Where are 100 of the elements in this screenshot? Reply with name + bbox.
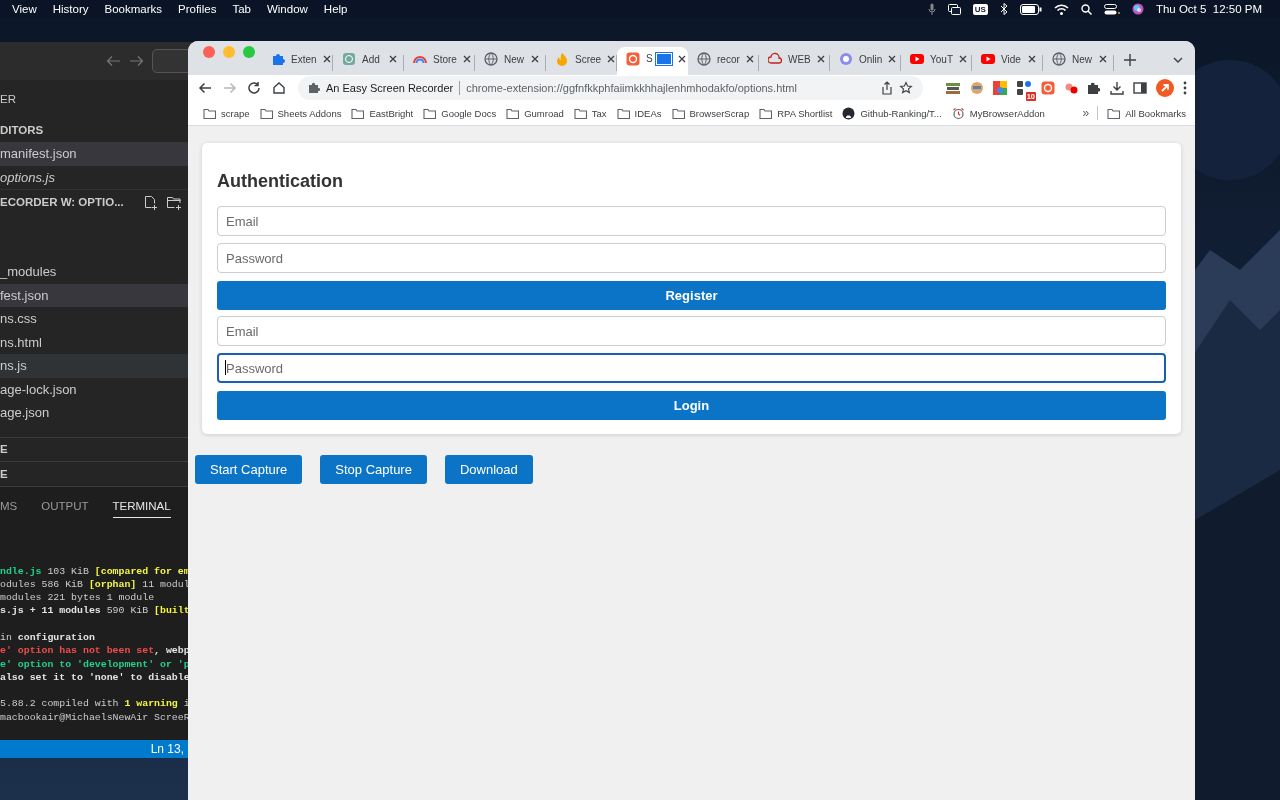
browser-tab[interactable]: New <box>475 47 546 75</box>
new-file-icon[interactable] <box>144 194 158 210</box>
clock[interactable]: Thu Oct 5 12:50 PM <box>1155 3 1262 15</box>
browser-tab[interactable]: S <box>617 47 688 75</box>
menu-item[interactable]: Help <box>315 0 356 18</box>
browser-tab[interactable]: Exten <box>262 47 333 75</box>
download-icon[interactable] <box>1110 81 1124 95</box>
panel-tab[interactable]: MS <box>0 493 18 518</box>
books-icon[interactable] <box>945 81 961 95</box>
section-header[interactable]: E <box>0 467 8 480</box>
close-icon[interactable] <box>322 55 331 63</box>
bookmark[interactable]: Sheets Addons <box>254 106 347 120</box>
file-item[interactable]: age.json <box>0 401 192 425</box>
bookmark[interactable]: RPA Shortlist <box>754 106 838 120</box>
browser-tab[interactable]: Add <box>333 47 404 75</box>
bookmark[interactable]: Github-Ranking/T... <box>837 106 947 120</box>
menu-item[interactable]: Profiles <box>170 0 225 18</box>
action-button[interactable]: Download <box>444 455 533 484</box>
wifi-icon[interactable] <box>1053 3 1069 15</box>
panel-tab[interactable]: TERMINAL <box>112 493 171 518</box>
close-icon[interactable] <box>677 55 686 63</box>
terminal-line: s.js + 11 modules 590 KiB [built <box>0 604 191 618</box>
cursor-position[interactable]: Ln 13, <box>150 742 184 756</box>
section-header[interactable]: DITORS <box>0 124 44 136</box>
menu-item[interactable]: Tab <box>224 0 259 18</box>
forward-arrow-icon[interactable] <box>129 55 144 67</box>
dots-icon[interactable] <box>1064 81 1078 95</box>
file-item[interactable]: ns.html <box>0 330 192 354</box>
close-icon[interactable] <box>959 55 967 63</box>
browser-tab[interactable]: New <box>1043 47 1114 75</box>
browser-tab[interactable]: Vide <box>972 47 1043 75</box>
keyboard-layout-badge[interactable]: US <box>972 3 988 15</box>
new-tab-icon[interactable] <box>1124 54 1136 66</box>
chevron-down-icon[interactable] <box>1173 57 1183 63</box>
siri-icon[interactable] <box>1131 3 1144 15</box>
address-bar[interactable]: An Easy Screen Recorder chrome-extension://ggfnfkkphfaiimkkhhajlenhmhodakfo/options.html <box>298 76 923 100</box>
close-icon[interactable] <box>462 55 471 63</box>
reload-icon[interactable] <box>247 81 262 95</box>
close-icon[interactable] <box>1028 55 1036 63</box>
bookmark[interactable]: BrowserScrap <box>666 106 755 120</box>
panel-tab[interactable]: OUTPUT <box>41 493 89 518</box>
screen-mirroring-icon[interactable] <box>947 3 961 15</box>
menu-item[interactable]: History <box>44 0 97 18</box>
control-center-icon[interactable] <box>1103 3 1120 15</box>
browser-tab[interactable]: Store <box>404 47 475 75</box>
open-editor-item[interactable]: options.js <box>0 165 192 189</box>
grid-icon[interactable] <box>1016 80 1032 96</box>
star-icon[interactable] <box>899 81 913 95</box>
color-tiles-icon[interactable] <box>993 81 1007 95</box>
text-cursor <box>225 360 226 375</box>
file-item[interactable]: _modules <box>0 260 192 284</box>
input-field[interactable]: Password <box>217 353 1166 383</box>
battery-icon[interactable] <box>1019 3 1042 15</box>
browser-tab[interactable]: Scree <box>546 47 617 75</box>
browser-tab[interactable]: WEB <box>759 47 830 75</box>
close-icon[interactable] <box>1099 55 1107 63</box>
menu-item[interactable]: Window <box>258 0 316 18</box>
share-icon[interactable] <box>881 81 893 95</box>
bookmark[interactable]: Tax <box>568 106 612 120</box>
bookmark[interactable]: scrape <box>198 106 255 120</box>
close-icon[interactable] <box>816 55 825 63</box>
side-panel-icon[interactable] <box>1133 81 1147 95</box>
new-folder-icon[interactable] <box>166 194 182 210</box>
folder-icon <box>423 106 437 120</box>
bookmark[interactable]: Google Docs <box>418 106 502 120</box>
bookmarks-overflow-button[interactable]: » <box>1074 106 1098 120</box>
close-icon[interactable] <box>745 55 754 63</box>
submit-button[interactable]: Register <box>217 281 1166 310</box>
profile-avatar-icon[interactable] <box>1156 79 1174 97</box>
home-icon[interactable] <box>271 81 286 95</box>
action-button[interactable]: Stop Capture <box>320 455 427 484</box>
action-button[interactable]: Start Capture <box>195 455 303 484</box>
microphone-icon[interactable] <box>927 3 936 15</box>
section-header[interactable]: E <box>0 443 8 456</box>
menu-item[interactable]: Bookmarks <box>96 0 171 18</box>
search-icon[interactable] <box>1080 3 1092 15</box>
extensions-icon[interactable] <box>1087 81 1101 95</box>
bookmark[interactable]: All Bookmarks <box>1102 106 1191 120</box>
file-item[interactable]: ns.css <box>0 307 192 331</box>
close-icon[interactable] <box>888 55 897 63</box>
browser-tab[interactable]: recor <box>688 47 759 75</box>
bookmark[interactable]: IDEAs <box>611 106 667 120</box>
more-menu-icon[interactable] <box>1183 81 1187 95</box>
bookmark[interactable]: Gumroad <box>501 106 569 120</box>
back-arrow-icon[interactable] <box>198 81 213 95</box>
browser-tab[interactable]: Onlin <box>830 47 901 75</box>
bookmark[interactable]: MyBrowserAddon <box>946 106 1050 120</box>
file-item[interactable]: age-lock.json <box>0 377 192 401</box>
bookmark[interactable]: EastBright <box>346 106 419 120</box>
recorder-icon[interactable] <box>1041 81 1055 95</box>
folder-header[interactable]: ECORDER W: OPTIO... <box>0 196 124 208</box>
bluetooth-icon[interactable] <box>999 3 1008 15</box>
close-icon[interactable] <box>531 55 539 63</box>
browser-tab[interactable]: YouT <box>901 47 972 75</box>
submit-button[interactable]: Login <box>217 391 1166 420</box>
globe-icon <box>1052 52 1066 66</box>
close-icon[interactable] <box>389 55 397 63</box>
close-icon[interactable] <box>607 55 616 63</box>
menu-item[interactable]: View <box>4 0 45 18</box>
tab-title: New <box>504 53 524 65</box>
